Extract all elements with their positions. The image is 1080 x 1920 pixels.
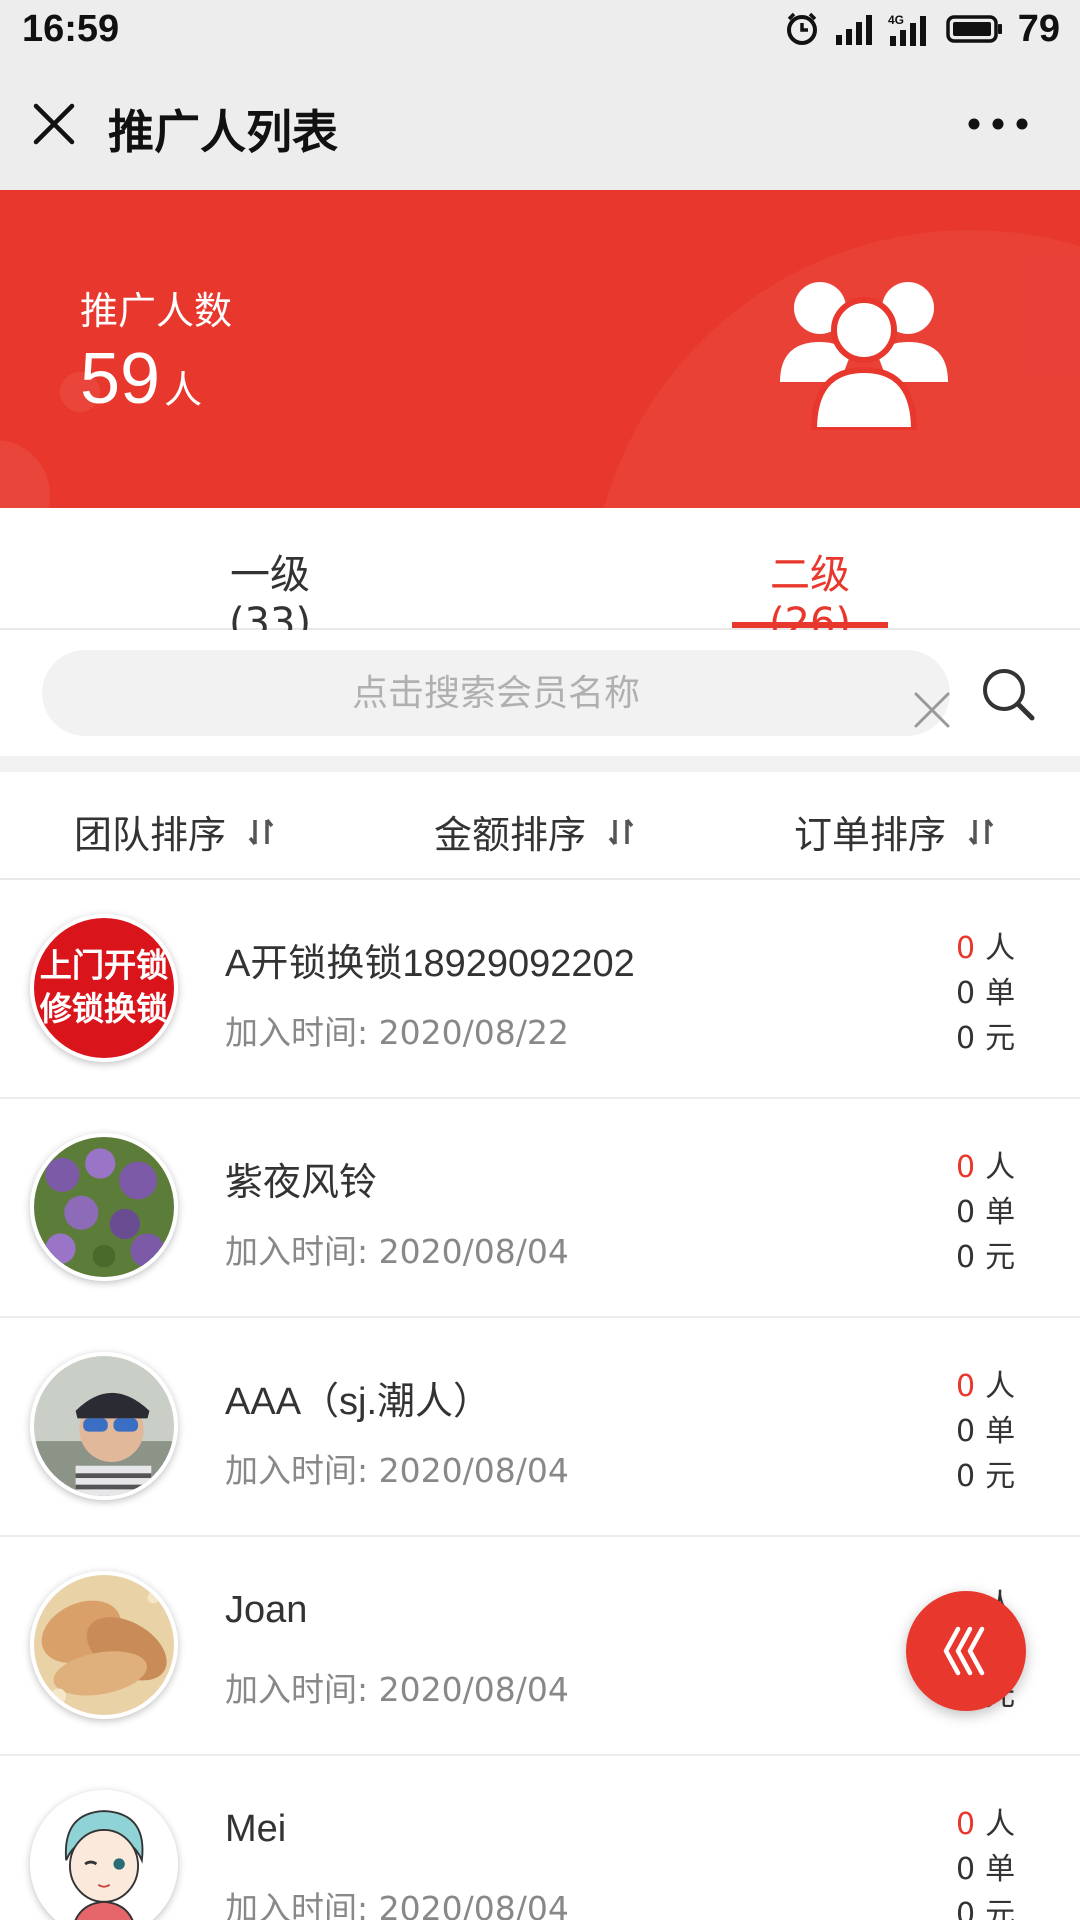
people-unit: 人 [985, 931, 1016, 966]
page-title: 推广人列表 [108, 105, 338, 159]
close-icon[interactable] [26, 96, 82, 152]
people-count: 0 [956, 1369, 976, 1404]
member-stats: 0人 0单 0元 [956, 1364, 1036, 1499]
join-date: 加入时间: 2020/08/04 [225, 1451, 569, 1490]
member-name: Joan [225, 1589, 308, 1631]
signal-icon [835, 15, 872, 45]
promoter-count-unit: 人 [164, 368, 203, 412]
4g-signal-icon: 4G [888, 13, 926, 46]
order-unit: 单 [985, 1195, 1016, 1230]
avatar-text: 修锁换锁 [39, 990, 169, 1028]
amount-value: 0 [956, 1459, 976, 1494]
amount-value: 0 [956, 1021, 976, 1056]
more-icon[interactable] [966, 114, 1030, 134]
banner-label: 推广人数 [80, 289, 233, 333]
order-count: 0 [956, 1852, 976, 1887]
member-stats: 0人 0单 0元 [956, 1802, 1036, 1920]
collapse-chevrons-icon [943, 1626, 985, 1676]
alarm-icon [786, 12, 817, 45]
member-row[interactable]: 紫夜风铃 加入时间: 2020/08/04 0人 0单 0元 [0, 1099, 1080, 1318]
search-bar [0, 630, 1080, 756]
promoter-count: 59 人 [80, 338, 202, 420]
clear-icon[interactable] [912, 690, 952, 730]
member-stats: 0人 0单 0元 [956, 1145, 1036, 1280]
nav-bar: 推广人列表 [0, 58, 1080, 190]
status-icons: 4G 79 [784, 8, 1060, 50]
search-box [42, 650, 950, 736]
sort-by-amount-button[interactable]: 金额排序 [434, 804, 634, 859]
active-tab-indicator [732, 622, 888, 628]
sort-by-orders-button[interactable]: 订单排序 [794, 804, 994, 859]
people-unit: 人 [985, 1807, 1016, 1842]
amount-unit: 元 [985, 1459, 1016, 1494]
member-name: Mei [225, 1808, 287, 1850]
sort-label: 金额排序 [434, 813, 587, 857]
banner-decoration [0, 440, 50, 508]
member-stats: 0人 0单 0元 [956, 926, 1036, 1061]
avatar [30, 1352, 178, 1500]
search-icon[interactable] [980, 666, 1036, 722]
sort-bar: 团队排序 金额排序 订单排序 [0, 772, 1080, 880]
member-name: 紫夜风铃 [225, 1162, 378, 1204]
sort-label: 订单排序 [794, 813, 947, 857]
svg-text:4G: 4G [888, 13, 904, 27]
avatar: 上门开锁 修锁换锁 [30, 914, 178, 1062]
amount-unit: 元 [985, 1240, 1016, 1275]
search-input[interactable] [42, 650, 950, 736]
amount-value: 0 [956, 1897, 976, 1920]
order-count: 0 [956, 976, 976, 1011]
avatar-text: 上门开锁 [40, 947, 169, 985]
sort-icon [248, 818, 274, 845]
join-date: 加入时间: 2020/08/04 [225, 1232, 569, 1271]
promoter-summary-banner: 推广人数 59 人 [0, 190, 1080, 508]
member-list: 上门开锁 修锁换锁 A开锁换锁18929092202 加入时间: 2020/08… [0, 880, 1080, 1920]
battery-icon [945, 15, 1002, 43]
avatar [30, 1133, 178, 1281]
order-unit: 单 [985, 976, 1016, 1011]
status-time: 16:59 [22, 8, 120, 50]
sort-label: 团队排序 [74, 813, 227, 857]
status-bar: 16:59 4G 79 [0, 0, 1080, 58]
member-name: A开锁换锁18929092202 [225, 943, 635, 985]
join-date: 加入时间: 2020/08/04 [225, 1670, 569, 1709]
member-row[interactable]: Mei 加入时间: 2020/08/04 0人 0单 0元 [0, 1756, 1080, 1920]
order-unit: 单 [985, 1852, 1016, 1887]
section-divider [0, 756, 1080, 772]
level-tabs: 一级(33) 二级(26) [0, 508, 1080, 646]
amount-value: 0 [956, 1240, 976, 1275]
promoter-count-value: 59 [80, 339, 161, 419]
order-count: 0 [956, 1195, 976, 1230]
avatar [30, 1790, 178, 1920]
sort-by-team-button[interactable]: 团队排序 [74, 804, 274, 859]
sort-icon [608, 818, 634, 845]
join-date: 加入时间: 2020/08/22 [225, 1013, 569, 1052]
avatar [30, 1571, 178, 1719]
member-name: AAA（sj.潮人） [225, 1381, 492, 1423]
join-date: 加入时间: 2020/08/04 [225, 1889, 569, 1920]
people-unit: 人 [985, 1369, 1016, 1404]
collapse-fab-button[interactable] [906, 1591, 1026, 1711]
member-row[interactable]: AAA（sj.潮人） 加入时间: 2020/08/04 0人 0单 0元 [0, 1318, 1080, 1537]
people-count: 0 [956, 1150, 976, 1185]
people-unit: 人 [985, 1150, 1016, 1185]
order-count: 0 [956, 1414, 976, 1449]
battery-level: 79 [1017, 7, 1060, 50]
member-row[interactable]: 上门开锁 修锁换锁 A开锁换锁18929092202 加入时间: 2020/08… [0, 880, 1080, 1099]
users-group-icon [780, 282, 948, 430]
amount-unit: 元 [985, 1897, 1016, 1920]
amount-unit: 元 [985, 1021, 1016, 1056]
sort-icon [968, 818, 994, 845]
people-count: 0 [956, 1807, 976, 1842]
people-count: 0 [956, 931, 976, 966]
order-unit: 单 [985, 1414, 1016, 1449]
